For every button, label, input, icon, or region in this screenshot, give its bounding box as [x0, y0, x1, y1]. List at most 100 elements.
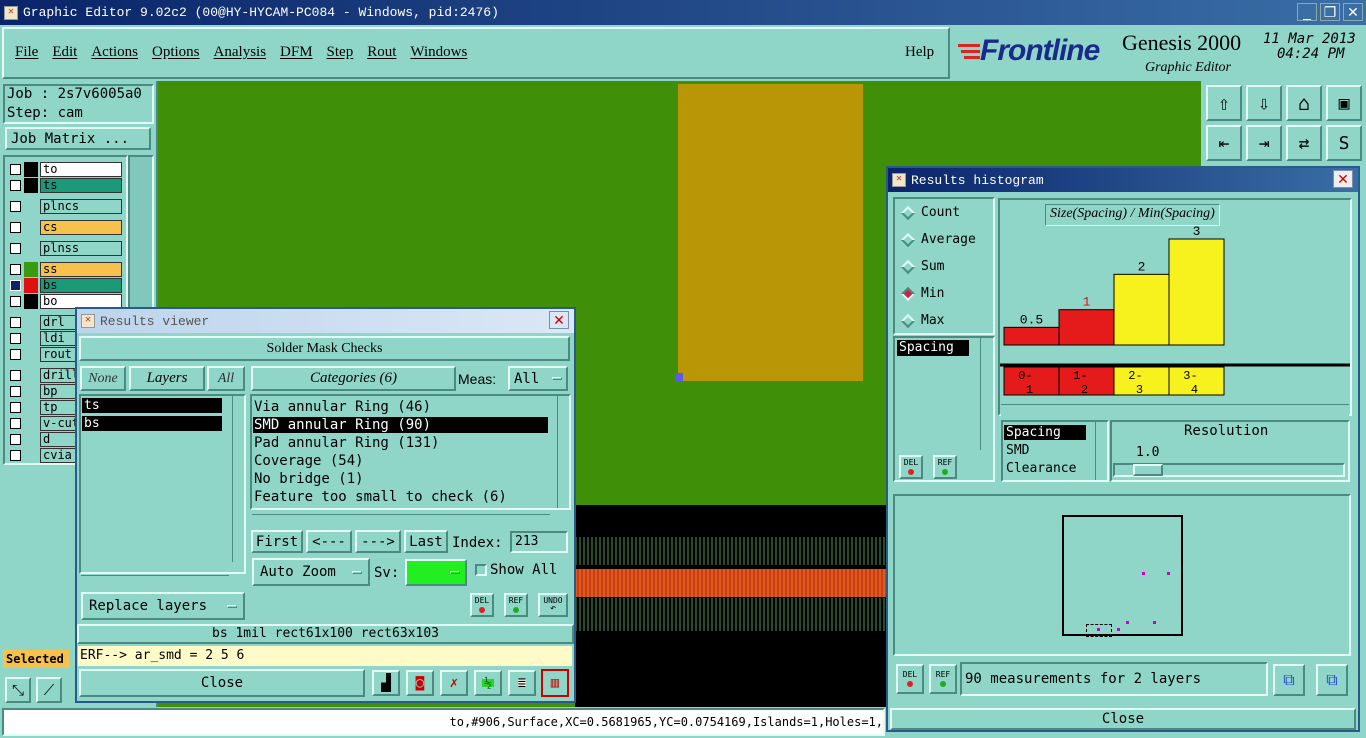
viewer-ref-button[interactable]: REF [504, 593, 528, 617]
measure-vscroll[interactable] [980, 338, 992, 450]
tool-loop-button[interactable]: ⇄ [1286, 125, 1322, 161]
category-item[interactable]: Coverage (54) [253, 453, 548, 469]
radio-diamond-icon[interactable] [900, 313, 916, 328]
replace-layers-dropdown[interactable]: Replace layers [81, 592, 245, 620]
layer-checkbox[interactable] [10, 201, 21, 212]
layer-row-cs[interactable]: cs [8, 220, 122, 235]
category-item[interactable]: No bridge (1) [253, 471, 548, 487]
histogram-close-button[interactable]: Close [890, 708, 1356, 730]
auto-zoom-dropdown[interactable]: Auto Zoom [252, 558, 370, 586]
radio-diamond-icon[interactable] [900, 259, 916, 274]
mode-radio-average[interactable]: Average [895, 226, 976, 253]
sort-spacing[interactable]: Spacing [1004, 425, 1086, 440]
layer-checkbox[interactable] [10, 180, 21, 191]
layer-name[interactable]: cs [40, 220, 122, 235]
layer-name[interactable]: ts [40, 178, 122, 193]
layer-row-plnss[interactable]: plnss [8, 241, 122, 256]
menu-rout[interactable]: Rout [367, 44, 396, 61]
export-graph-button[interactable]: ⧉ [1273, 664, 1305, 696]
menu-analysis[interactable]: Analysis [214, 44, 267, 61]
restore-button[interactable]: ❐ [1320, 3, 1340, 21]
tool-route-button[interactable]: S [1326, 125, 1362, 161]
minimize-button[interactable]: _ [1297, 3, 1317, 21]
histogram-bar[interactable] [1168, 238, 1225, 346]
left-tool-2-button[interactable]: ⟋ [36, 677, 62, 703]
layer-row-ts[interactable]: ts [8, 178, 122, 193]
viewer-tool-5-button[interactable]: ≣ [508, 670, 536, 696]
layer-checkbox[interactable] [10, 418, 21, 429]
categories-button[interactable]: Categories (6) [251, 366, 456, 391]
viewer-tool-2-button[interactable]: ◙ [406, 670, 434, 696]
menu-file[interactable]: File [15, 44, 38, 61]
tool-right-button[interactable]: ⇥ [1246, 125, 1282, 161]
sort-clearance[interactable]: Clearance [1006, 461, 1076, 476]
tool-download-button[interactable]: ⇩ [1246, 85, 1282, 121]
layer-name[interactable]: to [40, 162, 122, 177]
next-button[interactable]: ---> [355, 530, 401, 553]
layer-results-hscroll[interactable] [81, 575, 229, 587]
mode-radio-min[interactable]: Min [895, 280, 944, 307]
category-item[interactable]: SMD annular Ring (90) [253, 417, 548, 433]
category-item[interactable]: Via annular Ring (46) [253, 399, 548, 415]
tool-upload-button[interactable]: ⇧ [1206, 85, 1242, 121]
left-tool-1-button[interactable]: ⤡ [5, 677, 31, 703]
sort-vscroll[interactable] [1095, 422, 1107, 480]
prev-button[interactable]: <--- [306, 530, 352, 553]
mode-radio-count[interactable]: Count [895, 199, 960, 226]
tool-left-button[interactable]: ⇤ [1206, 125, 1242, 161]
layer-name[interactable]: bs [40, 278, 122, 293]
category-hscroll[interactable] [252, 514, 550, 526]
mode-radio-max[interactable]: Max [895, 307, 944, 334]
bottom-ref-button[interactable]: REF [929, 664, 957, 694]
none-button[interactable]: None [80, 366, 126, 391]
import-graph-button[interactable]: ⧉ [1316, 664, 1348, 696]
layer-checkbox[interactable] [10, 370, 21, 381]
layer-checkbox[interactable] [10, 280, 21, 291]
layer-checkbox[interactable] [10, 222, 21, 233]
layer-result-ts[interactable]: ts [82, 398, 222, 413]
viewer-histogram-button[interactable]: ▥ [541, 669, 569, 697]
category-item[interactable]: Pad annular Ring (131) [253, 435, 548, 451]
layer-row-ss[interactable]: ss [8, 262, 122, 277]
layer-checkbox[interactable] [10, 450, 21, 461]
radio-diamond-icon[interactable] [900, 232, 916, 247]
resolution-slider-thumb[interactable] [1133, 464, 1163, 476]
menu-windows[interactable]: Windows [410, 44, 467, 61]
menu-actions[interactable]: Actions [91, 44, 138, 61]
histogram-bar[interactable] [1058, 309, 1115, 346]
layer-checkbox[interactable] [10, 402, 21, 413]
tool-window-button[interactable]: ▣ [1326, 85, 1362, 121]
layer-row-plncs[interactable]: plncs [8, 199, 122, 214]
menu-options[interactable]: Options [152, 44, 200, 61]
meas-dropdown[interactable]: All [508, 366, 568, 391]
layer-checkbox[interactable] [10, 317, 21, 328]
bottom-del-button[interactable]: DEL [896, 664, 924, 694]
job-matrix-button[interactable]: Job Matrix ... [5, 127, 151, 150]
layer-checkbox[interactable] [10, 434, 21, 445]
hist-del-button[interactable]: DEL [899, 455, 923, 479]
layer-checkbox[interactable] [10, 296, 21, 307]
histogram-bar[interactable] [1003, 326, 1060, 346]
chart-hscroll[interactable] [1001, 404, 1349, 416]
histogram-close-x[interactable]: ✕ [1333, 170, 1353, 188]
layer-checkbox[interactable] [10, 386, 21, 397]
menu-dfm[interactable]: DFM [280, 44, 313, 61]
sort-smd[interactable]: SMD [1006, 443, 1029, 458]
layer-row-to[interactable]: to [8, 162, 122, 177]
layer-result-bs[interactable]: bs [82, 416, 222, 431]
category-item[interactable]: Feature too small to check (6) [253, 489, 548, 505]
viewer-tool-4-button[interactable]: ½ [474, 670, 502, 696]
layer-checkbox[interactable] [10, 264, 21, 275]
layer-name[interactable]: ss [40, 262, 122, 277]
first-button[interactable]: First [251, 530, 303, 553]
all-layers-button[interactable]: All [207, 366, 245, 391]
viewer-undo-button[interactable]: UNDO ↶ [538, 593, 568, 617]
layer-row-bs[interactable]: bs [8, 278, 122, 293]
sv-color-dropdown[interactable] [405, 559, 467, 586]
layer-results-vscroll[interactable] [232, 396, 244, 562]
layer-checkbox[interactable] [10, 349, 21, 360]
show-all-checkbox[interactable] [475, 564, 487, 576]
layer-checkbox[interactable] [10, 164, 21, 175]
viewer-tool-1-button[interactable]: ▟ [372, 670, 400, 696]
radio-diamond-icon[interactable] [900, 286, 916, 301]
